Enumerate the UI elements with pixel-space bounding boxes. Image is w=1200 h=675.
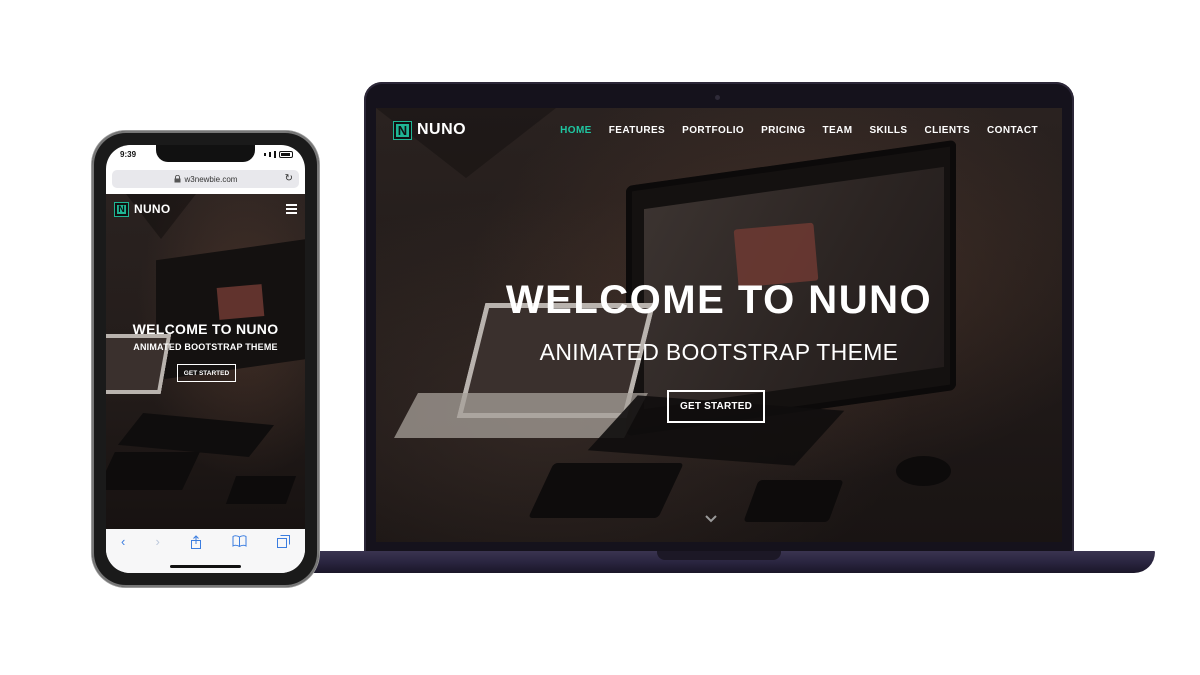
hero-title: WELCOME TO NUNO [132,321,279,337]
nav-link-portfolio[interactable]: PORTFOLIO [682,125,744,136]
hero-title: WELCOME TO NUNO [505,278,933,322]
nav-link-clients[interactable]: CLIENTS [924,125,970,136]
background-keyboard [117,412,275,458]
background-mouse [896,456,951,486]
mobile-navbar: N NUNO [115,200,297,218]
signal-icon [274,151,276,158]
reload-icon[interactable]: ↻ [285,173,293,184]
phone-notch [156,145,255,162]
brand-logo[interactable]: N NUNO [115,202,171,216]
nav-link-features[interactable]: FEATURES [609,125,665,136]
nav-link-home[interactable]: HOME [560,125,592,136]
background-open-sign [216,284,265,320]
status-time: 9:39 [120,150,137,159]
get-started-button[interactable]: GET STARTED [667,390,765,423]
address-bar[interactable]: w3newbie.com ↻ [112,170,299,188]
forward-icon[interactable]: › [155,535,159,549]
background-phone [743,480,844,522]
share-icon[interactable] [190,535,202,549]
hamburger-icon[interactable] [286,204,297,214]
tabs-icon[interactable] [276,535,290,548]
laptop-camera [715,95,720,100]
laptop-hinge-notch [657,551,781,560]
nav-link-pricing[interactable]: PRICING [761,125,805,136]
laptop-screen: N NUNO HOME FEATURES PORTFOLIO PRICING T… [376,108,1062,542]
bookmarks-icon[interactable] [232,535,247,547]
phone-webpage: N NUNO WELCOME TO NUNO ANIMATED BOOTSTRA… [106,194,305,529]
battery-icon [279,151,293,158]
home-indicator [170,565,241,568]
hero-subtitle: ANIMATED BOOTSTRAP THEME [133,342,278,352]
nav-link-skills[interactable]: SKILLS [869,125,907,136]
hero-subtitle: ANIMATED BOOTSTRAP THEME [539,339,899,365]
signal-icon [264,153,266,156]
back-icon[interactable]: ‹ [121,535,125,549]
phone-screen: 9:39 w3newbie.com ↻ N NUNO WELCOME TO NU… [106,145,305,573]
brand-name: NUNO [134,202,171,216]
background-tablet [106,452,200,490]
brand-logo[interactable]: N NUNO [394,121,466,139]
brand-name: NUNO [417,121,467,138]
logo-mark-icon: N [394,121,411,139]
nav-link-contact[interactable]: CONTACT [987,125,1038,136]
url-text: w3newbie.com [184,174,238,184]
nav-menu: HOME FEATURES PORTFOLIO PRICING TEAM SKI… [560,125,1038,136]
signal-icon [269,152,271,157]
logo-mark-icon: N [115,202,128,216]
site-navbar: N NUNO HOME FEATURES PORTFOLIO PRICING T… [376,108,1062,152]
background-phone [225,476,297,504]
lock-icon [174,175,181,183]
get-started-button[interactable]: GET STARTED [177,364,236,382]
status-icons [264,151,293,158]
chevron-down-icon[interactable] [704,512,718,526]
nav-link-team[interactable]: TEAM [823,125,853,136]
background-tablet [528,463,684,518]
